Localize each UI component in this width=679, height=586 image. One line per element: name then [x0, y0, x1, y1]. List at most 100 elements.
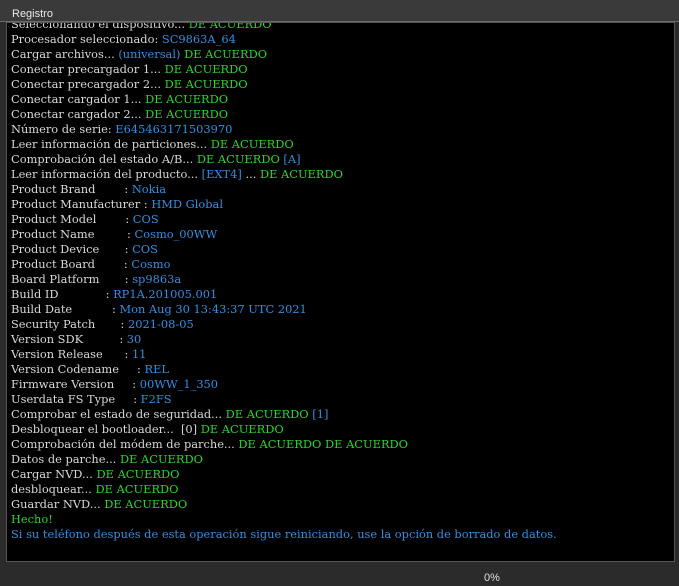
log-segment: Product Name : — [11, 227, 135, 241]
log-segment: DE ACUERDO — [210, 137, 294, 151]
log-segment: Desbloquear el bootloader... [0] — [11, 422, 201, 436]
log-segment: 2021-08-05 — [128, 317, 194, 331]
log-segment: Conectar cargador 2... — [11, 107, 146, 121]
log-segment: Product Brand : — [11, 182, 132, 196]
log-segment: Hecho! — [11, 512, 53, 526]
log-segment: Product Device : — [11, 242, 133, 256]
log-segment: Leer información de particiones... — [11, 137, 211, 151]
log-line: Hecho! — [11, 512, 674, 527]
log-line: Version SDK : 30 — [11, 332, 674, 347]
log-segment: Cargar archivos... — [11, 47, 119, 61]
log-line: Conectar cargador 2... DE ACUERDO — [11, 107, 674, 122]
log-segment: desbloquear... — [11, 482, 96, 496]
log-segment: Seleccionando el dispositivo... — [11, 22, 189, 31]
log-segment: Si su teléfono después de esta operación… — [11, 527, 557, 541]
log-line: Product Board : Cosmo — [11, 257, 674, 272]
log-line: Número de serie: E645463171503970 — [11, 122, 674, 137]
progress-label: 0% — [484, 572, 500, 584]
log-segment: DE ACUERDO — [119, 452, 203, 466]
log-segment: Leer información del producto... — [11, 167, 202, 181]
log-segment: Userdata FS Type : — [11, 392, 141, 406]
log-segment: Nokia — [131, 182, 167, 196]
log-segment: DE ACUERDO — [96, 467, 180, 481]
log-line: Comprobar el estado de seguridad... DE A… — [11, 407, 674, 422]
log-line: Datos de parche... DE ACUERDO — [11, 452, 674, 467]
log-segment: DE ACUERDO — [196, 152, 284, 166]
log-line: Guardar NVD... DE ACUERDO — [11, 497, 674, 512]
log-line: Security Patch : 2021-08-05 — [11, 317, 674, 332]
log-segment: Version Codename : — [11, 362, 145, 376]
log-segment: Version SDK : — [11, 332, 127, 346]
log-segment: 11 — [131, 347, 147, 361]
log-line: Conectar cargador 1... DE ACUERDO — [11, 92, 674, 107]
log-segment: Mon Aug 30 13:43:37 UTC 2021 — [119, 302, 307, 316]
log-line: Product Model : COS — [11, 212, 674, 227]
log-segment: DE ACUERDO — [259, 167, 343, 181]
log-segment: 00WW_1_350 — [139, 377, 219, 391]
log-line: Seleccionando el dispositivo... DE ACUER… — [11, 22, 674, 32]
log-segment: Build Date : — [11, 302, 120, 316]
log-line: Leer información del producto... [EXT4] … — [11, 167, 674, 182]
log-segment: Build ID : — [11, 287, 114, 301]
log-segment: sp9863a — [132, 272, 182, 286]
log-segment: Comprobación del módem de parche... — [11, 437, 239, 451]
log-segment: COS — [132, 212, 159, 226]
log-segment: DE ACUERDO — [145, 92, 229, 106]
log-segment: Product Manufacturer : — [11, 197, 152, 211]
log-segment: F2FS — [140, 392, 172, 406]
log-segment: E645463171503970 — [115, 122, 233, 136]
log-line: Cargar archivos... (universal) DE ACUERD… — [11, 47, 674, 62]
log-line: Build Date : Mon Aug 30 13:43:37 UTC 202… — [11, 302, 674, 317]
log-segment: DE ACUERDO DE ACUERDO — [238, 437, 408, 451]
log-segment: Procesador seleccionado: — [11, 32, 162, 46]
log-segment: Product Board : — [11, 257, 132, 271]
log-segment: RP1A.201005.001 — [113, 287, 218, 301]
log-segment: Version Release : — [11, 347, 132, 361]
log-line: desbloquear... DE ACUERDO — [11, 482, 674, 497]
log-segment: HMD Global — [151, 197, 223, 211]
log-segment: Cosmo_00WW — [134, 227, 218, 241]
log-line: Firmware Version : 00WW_1_350 — [11, 377, 674, 392]
log-segment: DE ACUERDO — [225, 407, 313, 421]
status-bar: 0% — [0, 562, 679, 586]
log-segment: Conectar cargador 1... — [11, 92, 146, 106]
log-segment: Cargar NVD... — [11, 467, 97, 481]
log-line: Userdata FS Type : F2FS — [11, 392, 674, 407]
log-line: Product Device : COS — [11, 242, 674, 257]
log-console[interactable]: Seleccionando el dispositivo... DE ACUER… — [6, 22, 675, 562]
log-segment: Security Patch : — [11, 317, 129, 331]
log-line: Conectar precargador 1... DE ACUERDO — [11, 62, 674, 77]
log-line: Product Name : Cosmo_00WW — [11, 227, 674, 242]
log-line: Product Brand : Nokia — [11, 182, 674, 197]
log-segment: [EXT4] — [201, 167, 242, 181]
log-segment: [1] — [312, 407, 329, 421]
log-segment: Conectar precargador 2... — [11, 77, 165, 91]
log-segment: Guardar NVD... — [11, 497, 105, 511]
log-line: Leer información de particiones... DE AC… — [11, 137, 674, 152]
tab-bar: Registro — [0, 0, 679, 22]
log-line: Build ID : RP1A.201005.001 — [11, 287, 674, 302]
tab-registro[interactable]: Registro — [4, 6, 61, 22]
log-line: Desbloquear el bootloader... [0] DE ACUE… — [11, 422, 674, 437]
log-segment: DE ACUERDO — [188, 22, 272, 31]
log-segment: DE ACUERDO — [104, 497, 188, 511]
log-segment: Número de serie: — [11, 122, 116, 136]
log-segment: DE ACUERDO — [145, 107, 229, 121]
log-segment: Cosmo — [131, 257, 171, 271]
log-line: Board Platform : sp9863a — [11, 272, 674, 287]
log-segment: 30 — [126, 332, 142, 346]
log-segment: Conectar precargador 1... — [11, 62, 165, 76]
log-line: Conectar precargador 2... DE ACUERDO — [11, 77, 674, 92]
log-segment: Datos de parche... — [11, 452, 120, 466]
log-line: Comprobación del estado A/B... DE ACUERD… — [11, 152, 674, 167]
log-segment: Comprobación del estado A/B... — [11, 152, 197, 166]
log-segment: DE ACUERDO — [164, 77, 248, 91]
log-line: Si su teléfono después de esta operación… — [11, 527, 674, 542]
log-line: Comprobación del módem de parche... DE A… — [11, 437, 674, 452]
log-segment: Product Model : — [11, 212, 133, 226]
log-segment: Board Platform : — [11, 272, 133, 286]
log-line: Procesador seleccionado: SC9863A_64 — [11, 32, 674, 47]
log-segment: DE ACUERDO — [200, 422, 284, 436]
log-line: Version Release : 11 — [11, 347, 674, 362]
log-segment: COS — [132, 242, 158, 256]
